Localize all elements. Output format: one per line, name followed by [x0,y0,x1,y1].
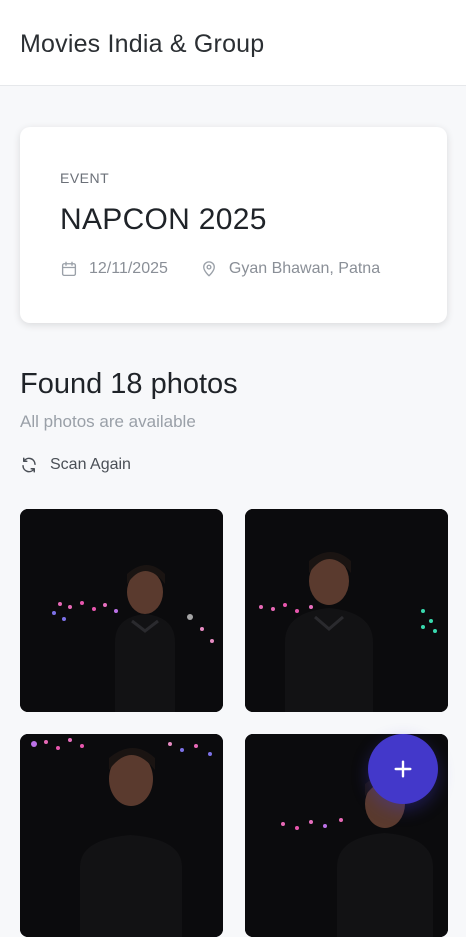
photo-thumbnail[interactable] [245,509,448,712]
photo-thumbnail[interactable] [20,734,223,937]
scan-again-button[interactable]: Scan Again [20,456,131,474]
scan-again-label: Scan Again [50,456,131,473]
event-card[interactable]: EVENT NAPCON 2025 12/11/2025 Gyan Bhawan… [20,127,447,323]
event-meta: 12/11/2025 Gyan Bhawan, Patna [60,260,380,278]
event-kicker: EVENT [60,170,110,186]
event-date-text: 12/11/2025 [89,260,168,277]
app-header: Movies India & Group [0,0,466,86]
map-pin-icon [202,261,215,277]
plus-icon [394,760,412,778]
calendar-icon [61,261,77,277]
results-title: Found 18 photos [20,368,238,400]
photo-image [20,509,223,712]
photo-image [245,509,448,712]
refresh-icon [22,457,36,473]
event-location: Gyan Bhawan, Patna [200,260,380,278]
page-title: Movies India & Group [20,30,265,58]
add-button[interactable] [368,734,438,804]
results-subtitle: All photos are available [20,412,196,431]
photo-thumbnail[interactable] [20,509,223,712]
event-title: NAPCON 2025 [60,203,267,236]
photo-image [20,734,223,937]
event-location-text: Gyan Bhawan, Patna [228,260,381,277]
event-date: 12/11/2025 [60,260,168,278]
